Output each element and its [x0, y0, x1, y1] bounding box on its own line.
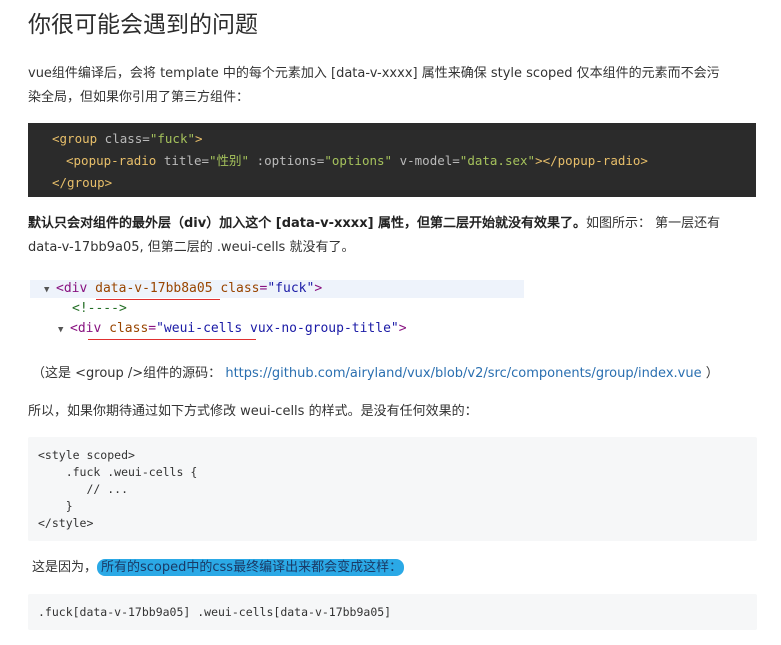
- devtools-row: ▼ <div data-v-17bb8a05 class="fuck">: [44, 279, 322, 300]
- expand-triangle-icon: ▼: [58, 325, 64, 335]
- devtools-row: <!---->: [72, 301, 127, 316]
- explain-rest: 如图所示： 第一层还有: [586, 216, 721, 231]
- because-line: 这是因为， 所有的scoped中的css最终编译出来都会变成这样：: [32, 559, 405, 576]
- code-line: </style>: [38, 516, 94, 530]
- source-note: （这是 <group />组件的源码： https://github.com/a…: [32, 366, 719, 381]
- code-line: <group class="fuck">: [52, 131, 203, 146]
- explain-bold: 默认只会对组件的最外层（div）加入这个 [data-v-xxxx] 属性，但第…: [28, 216, 587, 231]
- code-line: <style scoped>: [38, 448, 135, 462]
- expand-triangle-icon: ▼: [44, 285, 50, 295]
- explain-line-2: data-v-17bb9a05, 但第二层的 .weui-cells 就没有了。: [28, 240, 355, 255]
- intro-line-1: vue组件编译后，会将 template 中的每个元素加入 [data-v-xx…: [28, 66, 720, 81]
- code-line: }: [38, 499, 73, 513]
- devtools-row: ▼ <div class="weui-cells vux-no-group-tit…: [58, 319, 407, 340]
- code-line: </group>: [52, 175, 113, 190]
- intro-line-2: 染全局，但如果你引用了第三方组件：: [28, 90, 250, 105]
- code-line: // ...: [38, 482, 129, 496]
- red-underline: [88, 339, 256, 340]
- code-block-style: <style scoped> .fuck .weui-cells { // ..…: [28, 437, 757, 541]
- so-line: 所以，如果你期待通过如下方式修改 weui-cells 的样式。是没有任何效果的…: [28, 404, 478, 419]
- code-line: <popup-radio title="性别" :options="option…: [66, 153, 648, 168]
- code-block-template: <group class="fuck"> <popup-radio title=…: [28, 123, 756, 197]
- highlighted-text: 所有的scoped中的css最终编译出来都会变成这样：: [97, 559, 405, 576]
- code-line: .fuck[data-v-17bb9a05] .weui-cells[data-…: [38, 605, 392, 619]
- code-line: .fuck .weui-cells {: [38, 465, 198, 479]
- devtools-screenshot: ▼ <div data-v-17bb8a05 class="fuck"> <!--…: [30, 272, 524, 350]
- explain-line-1: 默认只会对组件的最外层（div）加入这个 [data-v-xxxx] 属性，但第…: [28, 212, 758, 236]
- source-link[interactable]: https://github.com/airyland/vux/blob/v2/…: [225, 366, 701, 381]
- code-block-compiled: .fuck[data-v-17bb9a05] .weui-cells[data-…: [28, 594, 757, 630]
- page-title: 你很可能会遇到的问题: [28, 12, 258, 38]
